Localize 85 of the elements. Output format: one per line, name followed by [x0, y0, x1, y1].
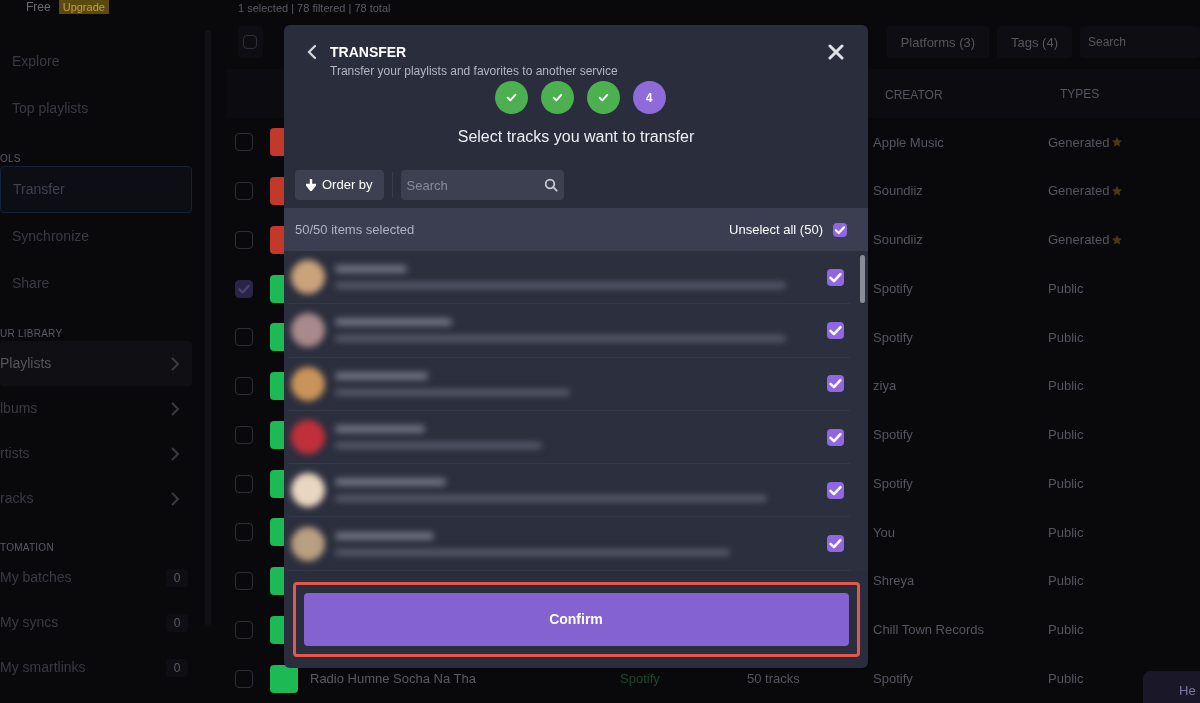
playlist-type: Generated [1048, 231, 1110, 250]
playlist-type: Public [1048, 474, 1084, 493]
chevron-icon [170, 446, 180, 461]
search-icon [543, 178, 558, 192]
creator-name: ziya [873, 378, 897, 394]
creator-name: Soundiiz [873, 232, 923, 248]
platform-name: Spotify [620, 670, 660, 686]
section-label: OLS [0, 152, 22, 166]
playlist-type: Public [1048, 328, 1084, 347]
check-icon [596, 91, 610, 104]
row-checkbox[interactable] [235, 425, 253, 444]
filter-button[interactable]: Platforms (3) [886, 26, 990, 59]
column-header: TYPES [1060, 85, 1100, 103]
help-button[interactable]: He [1143, 671, 1200, 703]
row-checkbox[interactable] [235, 669, 253, 688]
track-checkbox[interactable] [827, 268, 844, 286]
creator-name: You [873, 524, 895, 540]
count-badge: 0 [166, 658, 188, 677]
row-checkbox[interactable] [235, 328, 253, 347]
track-checkbox[interactable] [827, 321, 844, 339]
search-field[interactable]: Search [400, 170, 564, 200]
creator-name: Spotify [873, 670, 913, 686]
creator-name: Soundiiz [873, 183, 923, 199]
dialog-subtitle: Transfer your playlists and favorites to another service [330, 63, 619, 80]
checkbox[interactable] [833, 222, 847, 237]
confirm-button[interactable]: Confirm [303, 593, 849, 646]
filter-button[interactable]: Tags (4) [997, 26, 1072, 59]
check-icon [550, 91, 564, 104]
track-checkbox[interactable] [827, 481, 844, 499]
playlist-type: Public [1048, 669, 1084, 688]
order-by-button[interactable]: Order by [295, 170, 384, 200]
select-all-checkbox[interactable] [238, 26, 263, 59]
chevron-icon [170, 401, 180, 416]
dialog-title: TRANSFER [330, 43, 408, 62]
section-label: UR LIBRARY [0, 327, 64, 341]
step-indicator: 4 [632, 81, 666, 114]
close-button[interactable] [828, 44, 844, 60]
step-heading: Select tracks you want to transfer [456, 127, 696, 147]
row-checkbox[interactable] [235, 182, 253, 201]
selection-count: 50/50 items selected [295, 220, 416, 239]
track-checkbox[interactable] [827, 535, 844, 553]
playlist-type: Generated [1048, 133, 1110, 152]
arrow-down-icon [306, 179, 316, 191]
row-checkbox[interactable] [235, 572, 253, 591]
upgrade-badge[interactable]: Upgrade [58, 0, 109, 14]
row-checkbox[interactable] [235, 230, 253, 249]
playlist-name: Radio Humne Socha Na Tha [310, 670, 476, 686]
playlist-type: Public [1048, 621, 1084, 640]
track-checkbox[interactable] [827, 428, 844, 446]
section-label: TOMATION [0, 541, 55, 555]
chevron-icon [170, 491, 180, 506]
creator-name: Chill Town Records [873, 622, 985, 638]
row-checkbox[interactable] [235, 474, 253, 493]
creator-name: Spotify [873, 329, 913, 345]
track-count: 50 tracks [747, 670, 800, 686]
track-checkbox[interactable] [827, 375, 844, 393]
sidebar-item[interactable]: Transfer [0, 166, 192, 213]
playlist-type: Public [1048, 572, 1084, 591]
scrollbar[interactable] [860, 255, 865, 303]
plan-label: Free [26, 0, 51, 14]
search-field[interactable]: Search [1080, 26, 1200, 59]
selection-status: 1 selected | 78 filtered | 78 total [237, 1, 392, 16]
row-checkbox[interactable] [235, 133, 253, 152]
creator-name: Shreya [873, 573, 915, 589]
check-icon [504, 91, 518, 104]
creator-name: Spotify [873, 475, 913, 491]
count-badge: 0 [166, 568, 188, 587]
row-checkbox[interactable] [235, 523, 253, 542]
count-badge: 0 [166, 613, 188, 632]
row-checkbox[interactable] [235, 279, 253, 298]
creator-name: Spotify [873, 280, 913, 296]
playlist-type: Public [1048, 279, 1084, 298]
playlist-type: Public [1048, 523, 1084, 542]
playlist-type: Public [1048, 426, 1084, 445]
creator-name: Spotify [873, 427, 913, 443]
row-checkbox[interactable] [235, 377, 253, 396]
unselect-all-toggle[interactable]: Unselect all (50) [729, 219, 847, 240]
playlist-type: Public [1048, 377, 1084, 396]
chevron-icon [170, 356, 180, 371]
playlist-type: Generated [1048, 182, 1110, 201]
sidebar-item[interactable]: Playlists [0, 341, 192, 386]
column-header: CREATOR [885, 87, 943, 102]
creator-name: Apple Music [873, 134, 944, 150]
row-checkbox[interactable] [235, 620, 253, 639]
back-button[interactable] [306, 44, 318, 60]
